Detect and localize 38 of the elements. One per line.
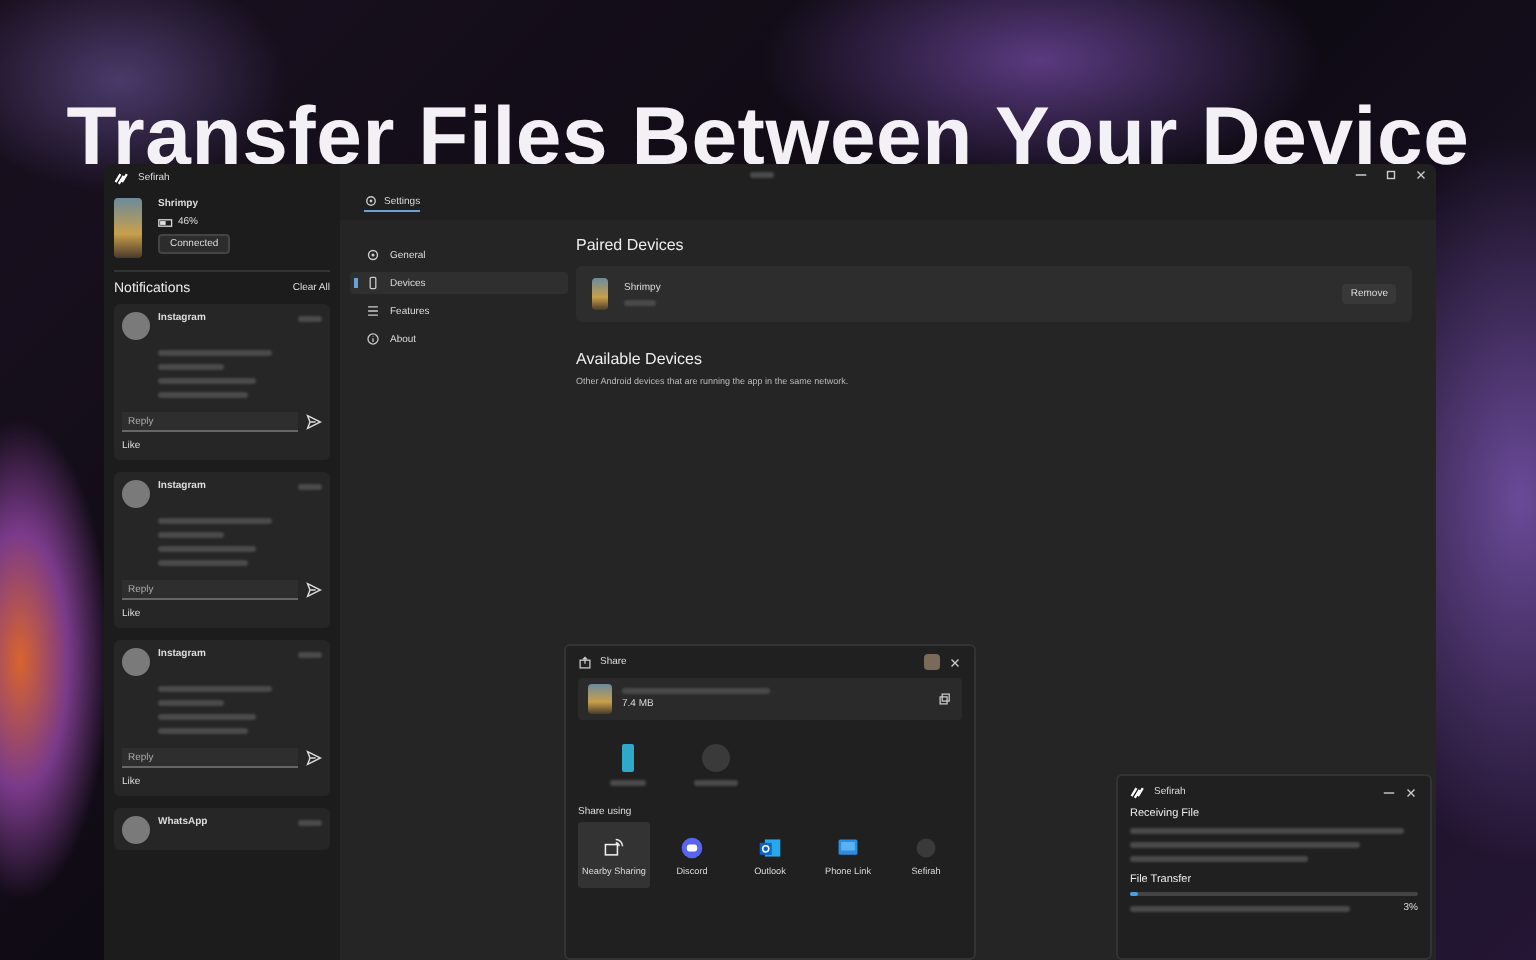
close-icon[interactable]: [1404, 785, 1418, 799]
blurred-time: [298, 316, 322, 322]
avatar: [122, 648, 150, 676]
section-title: Available Devices: [576, 350, 704, 368]
profile-thumbnail: [924, 654, 940, 670]
avatar: [122, 816, 150, 844]
blurred-title: [750, 171, 774, 177]
avatar: [122, 312, 150, 340]
phone-icon: [366, 276, 380, 290]
phone-link-icon: [836, 835, 860, 859]
app-icon: [914, 835, 938, 859]
section-title: Paired Devices: [576, 236, 686, 254]
send-icon[interactable]: [306, 582, 322, 598]
app-logo-icon: [114, 171, 130, 185]
mail-app-icon: [758, 835, 782, 859]
blurred-time: [298, 820, 322, 826]
avatar: [122, 480, 150, 508]
close-icon[interactable]: [1414, 167, 1428, 181]
info-icon: [366, 332, 380, 346]
phone-thumbnail: [114, 198, 142, 258]
app-logo-icon: [1130, 785, 1146, 799]
close-icon[interactable]: [948, 655, 962, 669]
battery-icon: [158, 218, 174, 228]
blurred-time: [298, 652, 322, 658]
headline: Transfer Files Between Your Device: [66, 88, 1470, 164]
list-icon: [366, 304, 380, 318]
file-thumbnail: [588, 684, 612, 714]
copy-icon[interactable]: [938, 692, 952, 706]
share-icon: [578, 655, 592, 669]
blurred-time: [298, 484, 322, 490]
send-icon[interactable]: [306, 750, 322, 766]
send-icon[interactable]: [306, 414, 322, 430]
nearby-sharing-icon: [602, 835, 626, 859]
restore-icon[interactable]: [1384, 167, 1398, 181]
chat-app-icon: [680, 835, 704, 859]
phone-thumbnail: [592, 278, 608, 310]
gear-icon: [364, 194, 378, 208]
gear-icon: [366, 248, 380, 262]
